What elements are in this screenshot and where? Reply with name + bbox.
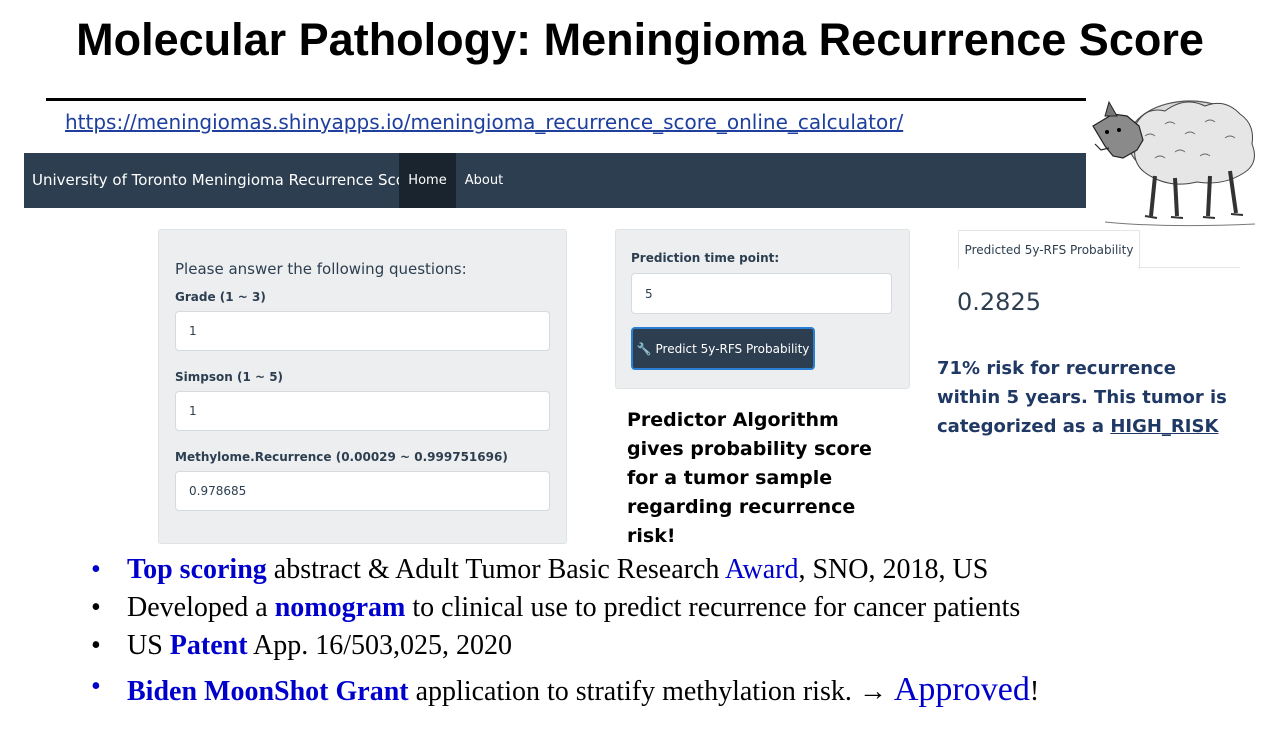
simpson-label: Simpson (1 ~ 5) bbox=[175, 370, 284, 384]
questions-intro: Please answer the following questions: bbox=[175, 260, 467, 278]
highlight-nomogram: nomogram bbox=[274, 592, 406, 623]
bullet-text: application to stratify methylation risk… bbox=[408, 676, 894, 707]
nav-tab-about[interactable]: About bbox=[456, 153, 512, 208]
algorithm-note: Predictor Algorithm gives probability sc… bbox=[627, 409, 872, 547]
list-item: • Developed a nomogram to clinical use to… bbox=[88, 592, 1268, 630]
bullet-text: Developed a bbox=[127, 592, 275, 623]
bullet-text: to clinical use to predict recurrence fo… bbox=[405, 592, 1021, 623]
bullet-dot-icon: • bbox=[91, 671, 101, 702]
highlight-approved: Approved bbox=[893, 671, 1030, 708]
risk-category: HIGH_RISK bbox=[1110, 416, 1219, 437]
grade-label: Grade (1 ~ 3) bbox=[175, 290, 266, 304]
bullet-dot-icon: • bbox=[91, 630, 101, 661]
nav-tab-home[interactable]: Home bbox=[399, 153, 456, 208]
risk-note: 71% risk for recurrence within 5 years. … bbox=[937, 354, 1237, 441]
grade-input[interactable] bbox=[175, 311, 550, 351]
tab-divider bbox=[1138, 267, 1240, 268]
highlight-patent: Patent bbox=[169, 630, 248, 661]
questions-panel: Please answer the following questions: G… bbox=[158, 229, 567, 544]
navbar-brand[interactable]: University of Toronto Meningioma Recurre… bbox=[32, 153, 420, 208]
predict-button[interactable]: 🔧 Predict 5y-RFS Probability bbox=[631, 327, 815, 370]
slide-title: Molecular Pathology: Meningioma Recurren… bbox=[76, 14, 1204, 65]
time-point-input[interactable] bbox=[631, 273, 892, 314]
calculator-link[interactable]: https://meningiomas.shinyapps.io/meningi… bbox=[65, 110, 903, 134]
wolf-in-sheep-clothing-illustration bbox=[1092, 100, 1256, 227]
tab-predicted-probability[interactable]: Predicted 5y-RFS Probability bbox=[958, 230, 1140, 269]
achievement-list: • Top scoring abstract & Adult Tumor Basi… bbox=[88, 554, 1268, 715]
bullet-text: US bbox=[127, 630, 170, 661]
time-point-label: Prediction time point: bbox=[631, 251, 780, 265]
simpson-input[interactable] bbox=[175, 391, 550, 431]
predicted-score: 0.2825 bbox=[957, 288, 1041, 316]
app-navbar: University of Toronto Meningioma Recurre… bbox=[24, 153, 1086, 208]
highlight-top-scoring: Top scoring bbox=[127, 554, 267, 585]
wrench-icon: 🔧 bbox=[636, 341, 652, 356]
bullet-dot-icon: • bbox=[91, 592, 101, 623]
methylome-input[interactable] bbox=[175, 471, 550, 511]
highlight-award: Award bbox=[724, 554, 799, 585]
bullet-text: , SNO, 2018, US bbox=[798, 554, 989, 585]
bullet-text: ! bbox=[1029, 676, 1040, 707]
methylome-label: Methylome.Recurrence (0.00029 ~ 0.999751… bbox=[175, 450, 508, 464]
list-item: • US Patent App. 16/503,025, 2020 bbox=[88, 630, 1268, 671]
prediction-panel: Prediction time point: 🔧Predict 5y-RFS P… bbox=[615, 229, 910, 389]
bullet-text: abstract & Adult Tumor Basic Research bbox=[266, 554, 725, 585]
predict-button-label: Predict 5y-RFS Probability bbox=[655, 341, 810, 356]
title-divider bbox=[46, 98, 1086, 101]
bullet-text: App. 16/503,025, 2020 bbox=[247, 630, 513, 661]
bullet-dot-icon: • bbox=[91, 554, 101, 585]
list-item: • Top scoring abstract & Adult Tumor Basi… bbox=[88, 554, 1268, 592]
list-item: • Biden MoonShot Grant application to str… bbox=[88, 671, 1268, 715]
highlight-moonshot-grant: Biden MoonShot Grant bbox=[127, 676, 409, 707]
